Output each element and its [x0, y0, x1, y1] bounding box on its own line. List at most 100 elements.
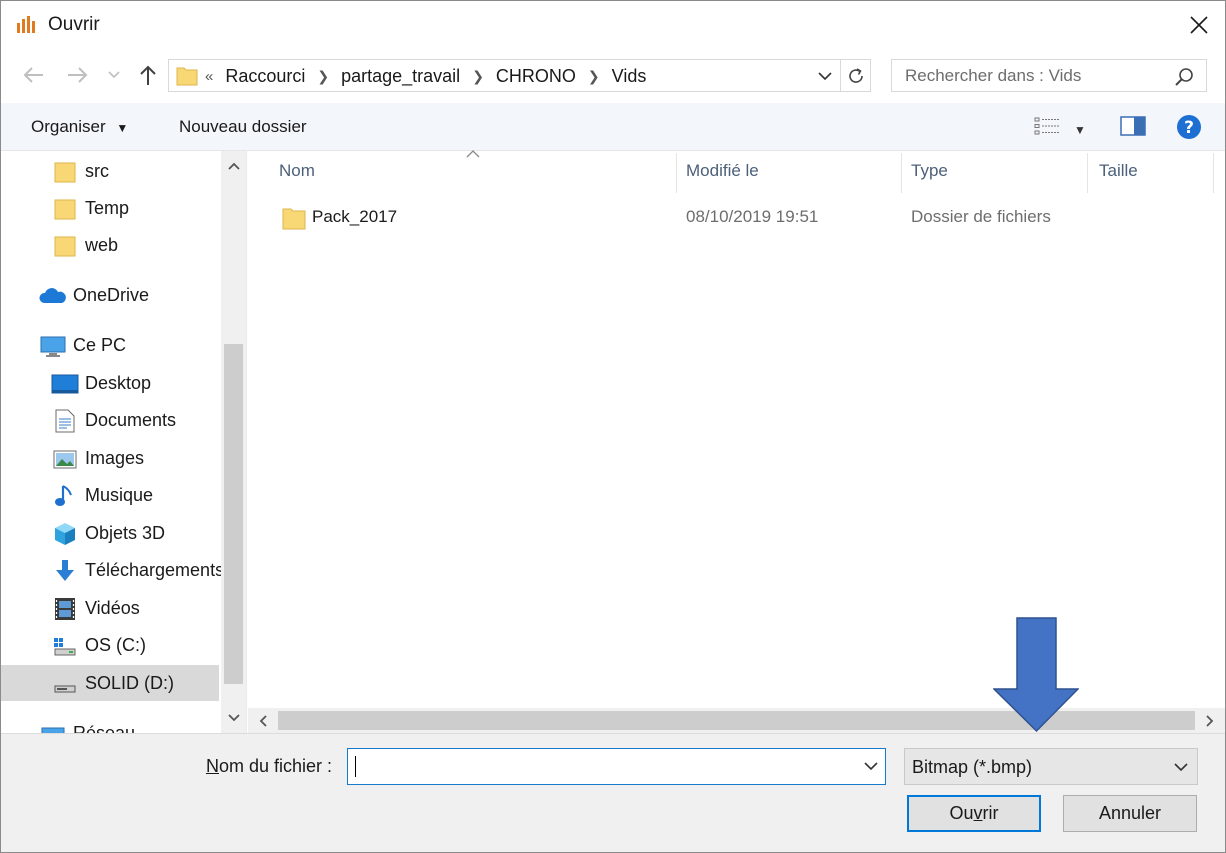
new-folder-button[interactable]: Nouveau dossier — [179, 117, 307, 137]
sidebar-item-web[interactable]: web — [1, 227, 219, 263]
sidebar-item-label: web — [85, 234, 119, 255]
drive-icon — [54, 685, 76, 693]
file-name: Pack_2017 — [312, 207, 398, 226]
open-button[interactable]: Ou v rir — [907, 795, 1041, 832]
breadcrumb: « Raccourci ❯ partage_travail ❯ CHRONO ❯… — [205, 65, 646, 87]
app-chart-icon — [17, 16, 35, 33]
breadcrumb-overflow[interactable]: « — [205, 68, 213, 85]
file-type-value: Bitmap (*.bmp) — [912, 757, 1033, 777]
column-header-modified[interactable]: Modifié le — [686, 161, 759, 181]
organize-label: Organiser — [31, 117, 106, 136]
scroll-left-button[interactable] — [248, 708, 278, 733]
dialog-footer: Nom du fichier : Bitmap (*.bmp) Ou v rir A… — [1, 733, 1225, 852]
sidebar-item-3d-objects[interactable]: Objets 3D — [1, 515, 219, 551]
filename-input[interactable] — [347, 748, 886, 785]
search-box[interactable]: Rechercher dans : Vids — [891, 59, 1207, 92]
chevron-up-icon — [227, 162, 240, 170]
folder-icon — [54, 199, 76, 220]
scroll-down-button[interactable] — [221, 703, 246, 733]
sidebar-item-network[interactable]: Réseau — [1, 715, 219, 733]
chevron-right-icon[interactable]: ❯ — [588, 68, 600, 85]
forward-button[interactable] — [63, 59, 93, 91]
sidebar-item-label: OneDrive — [73, 284, 150, 305]
organize-button[interactable]: Organiser ▼ — [31, 117, 128, 137]
search-icon[interactable] — [1174, 67, 1194, 87]
help-button[interactable]: ? — [1176, 114, 1202, 145]
table-row[interactable]: Pack_2017 08/10/2019 19:51 Dossier de fi… — [273, 201, 1103, 235]
chevron-down-icon[interactable] — [863, 757, 879, 775]
chevron-right-icon[interactable]: ❯ — [472, 68, 484, 85]
accelerator-key: v — [973, 803, 983, 823]
breadcrumb-item[interactable]: CHRONO — [496, 66, 576, 87]
sidebar-item-solid-d[interactable]: SOLID (D:) — [1, 665, 219, 701]
onedrive-cloud-icon — [39, 288, 66, 303]
sidebar-item-music[interactable]: Musique — [1, 477, 219, 513]
address-bar[interactable]: « Raccourci ❯ partage_travail ❯ CHRONO ❯… — [168, 59, 841, 92]
column-divider[interactable] — [676, 153, 677, 193]
computer-icon — [40, 336, 66, 357]
sidebar-item-onedrive[interactable]: OneDrive — [1, 277, 219, 313]
title-bar: Ouvrir — [1, 1, 1225, 49]
sidebar-item-desktop[interactable]: Desktop — [1, 365, 219, 401]
search-input[interactable]: Rechercher dans : Vids — [905, 66, 1081, 86]
sidebar-item-src[interactable]: src — [1, 153, 219, 189]
back-button[interactable] — [18, 59, 48, 91]
chevron-down-icon — [108, 71, 120, 79]
file-type-select[interactable]: Bitmap (*.bmp) — [904, 748, 1198, 785]
sidebar-item-documents[interactable]: Documents — [1, 402, 219, 438]
sidebar-item-this-pc[interactable]: Ce PC — [1, 327, 219, 363]
images-icon — [53, 450, 77, 469]
chevron-right-icon — [1206, 714, 1214, 727]
preview-pane-button[interactable] — [1120, 115, 1146, 142]
close-button[interactable] — [1173, 1, 1225, 49]
breadcrumb-item[interactable]: Raccourci — [225, 66, 305, 87]
caret-down-icon: ▼ — [116, 121, 129, 135]
sidebar-item-label: Téléchargements — [85, 559, 221, 580]
column-header-size[interactable]: Taille — [1099, 161, 1138, 181]
documents-icon — [55, 409, 75, 433]
folder-icon — [54, 236, 76, 257]
sidebar-item-videos[interactable]: Vidéos — [1, 590, 219, 626]
chevron-right-icon[interactable]: ❯ — [317, 68, 329, 85]
column-divider[interactable] — [1213, 153, 1214, 193]
column-header-name[interactable]: Nom — [279, 161, 315, 181]
column-header-type[interactable]: Type — [911, 161, 948, 181]
navigation-bar: « Raccourci ❯ partage_travail ❯ CHRONO ❯… — [1, 49, 1225, 103]
recent-locations-button[interactable] — [101, 59, 127, 91]
command-toolbar: Organiser ▼ Nouveau dossier ▼ ? — [1, 103, 1225, 151]
sidebar-item-label: Images — [85, 447, 145, 468]
sidebar-item-temp[interactable]: Temp — [1, 190, 219, 226]
window-title: Ouvrir — [48, 14, 100, 35]
up-button[interactable] — [133, 59, 163, 91]
sort-ascending-icon — [466, 150, 480, 158]
cancel-button[interactable]: Annuler — [1063, 795, 1197, 832]
view-menu-dropdown[interactable]: ▼ — [1074, 118, 1086, 139]
open-file-dialog: Ouvrir « Raccourci ❯ partage_travail ❯ C… — [0, 0, 1226, 853]
navigation-scrollbar[interactable] — [221, 151, 246, 733]
folder-icon — [282, 208, 306, 230]
folder-icon — [54, 162, 76, 183]
sidebar-item-images[interactable]: Images — [1, 440, 219, 476]
sidebar-item-os-c[interactable]: OS (C:) — [1, 627, 219, 663]
preview-pane-icon — [1120, 116, 1146, 136]
sidebar-item-downloads[interactable]: Téléchargements — [1, 552, 221, 588]
view-options-button[interactable] — [1034, 115, 1062, 142]
scrollbar-thumb[interactable] — [224, 344, 243, 684]
address-history-dropdown[interactable] — [814, 65, 836, 87]
open-label-part: rir — [982, 803, 999, 823]
chevron-down-icon — [227, 714, 240, 722]
breadcrumb-item[interactable]: partage_travail — [341, 66, 460, 87]
breadcrumb-item[interactable]: Vids — [612, 66, 647, 87]
accelerator-key: N — [206, 756, 219, 776]
open-label-part: Ou — [949, 803, 974, 823]
chevron-down-icon — [818, 71, 832, 80]
sidebar-item-label: Réseau — [73, 722, 136, 734]
refresh-button[interactable] — [841, 59, 871, 92]
column-divider[interactable] — [1087, 153, 1088, 193]
column-divider[interactable] — [901, 153, 902, 193]
network-icon — [41, 727, 65, 733]
scroll-up-button[interactable] — [221, 151, 246, 181]
sidebar-item-label: Musique — [85, 484, 154, 505]
scroll-right-button[interactable] — [1195, 708, 1225, 733]
arrow-left-icon — [23, 67, 43, 83]
